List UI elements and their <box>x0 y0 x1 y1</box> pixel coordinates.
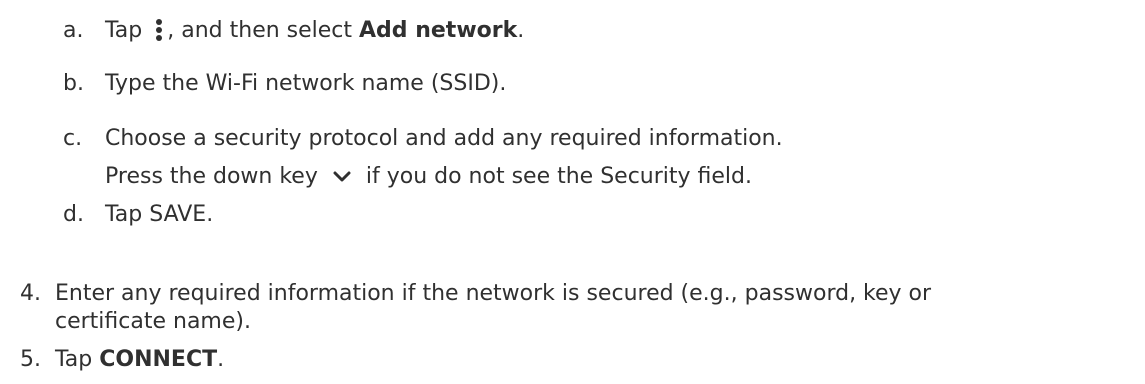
step-5-marker: 5. <box>20 347 41 372</box>
substep-c-text: Choose a security protocol and add any r… <box>105 126 783 151</box>
step-4-line2: certificate name). <box>55 309 251 334</box>
substep-b-text: Type the Wi-Fi network name (SSID). <box>105 71 507 96</box>
substep-b-marker: b. <box>63 71 84 96</box>
step-5-text: Tap CONNECT. <box>55 345 224 375</box>
step-4-line1: Enter any required information if the ne… <box>55 281 932 306</box>
substep-c-note-pre: Press the down key <box>105 164 318 189</box>
step-5-pre: Tap <box>55 347 93 372</box>
substep-a-text: Tap , and then select Add network. <box>105 16 524 46</box>
step-4-marker: 4. <box>20 281 41 306</box>
substep-c-note: Press the down key if you do not see the… <box>105 162 752 192</box>
substep-a-mid: , and then select <box>167 18 353 43</box>
substep-a-post: . <box>517 18 525 43</box>
substep-a-bold: Add network <box>359 18 518 43</box>
substep-d-text: Tap SAVE. <box>105 202 214 227</box>
substep-a-marker: a. <box>63 18 84 43</box>
step-5-bold: CONNECT <box>99 347 218 372</box>
substep-a-pre: Tap <box>105 18 143 43</box>
substep-d-marker: d. <box>63 202 84 227</box>
step-5-post: . <box>217 347 225 372</box>
substep-c-note-post: if you do not see the Security field. <box>365 164 752 189</box>
chevron-down-icon <box>333 171 351 183</box>
more-vert-icon <box>155 18 163 44</box>
substep-c-marker: c. <box>63 126 83 151</box>
